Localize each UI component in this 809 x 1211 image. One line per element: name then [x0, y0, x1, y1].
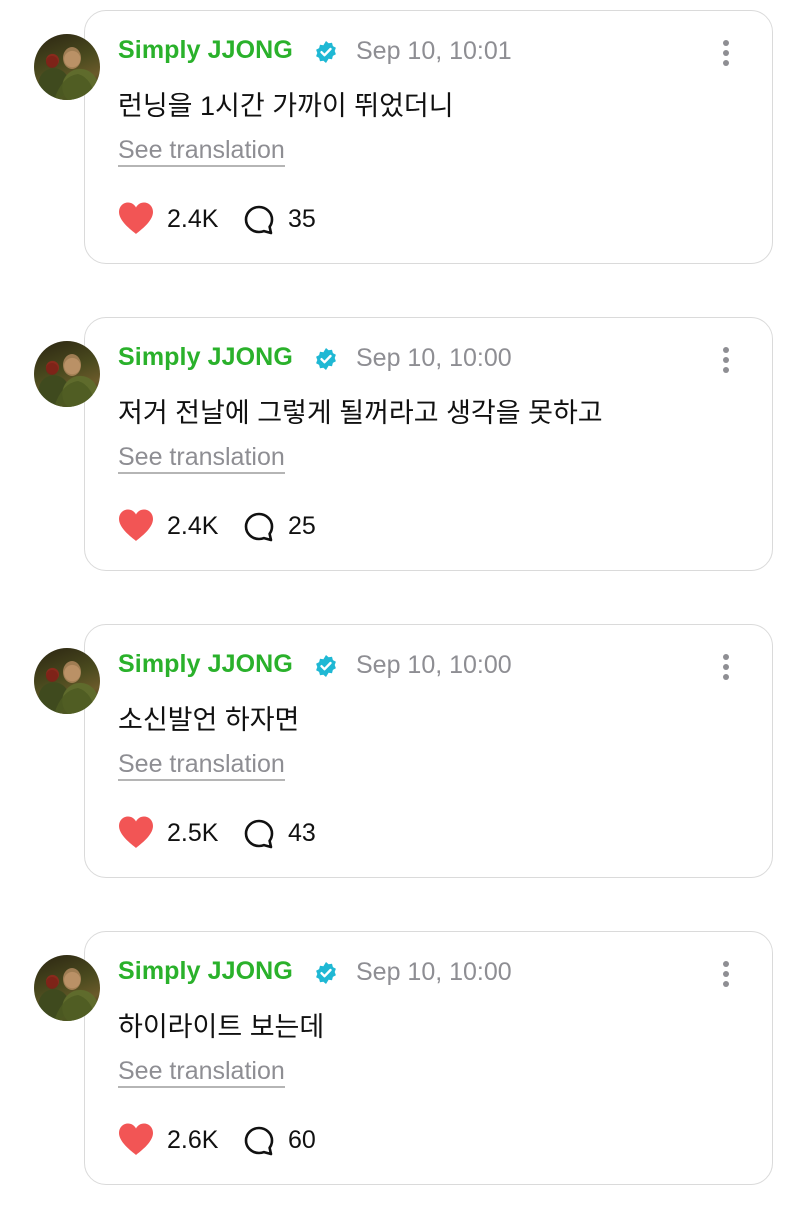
- see-translation-link[interactable]: See translation: [118, 136, 285, 167]
- comment-bubble-icon[interactable]: [243, 204, 275, 236]
- more-options-icon[interactable]: [712, 36, 740, 70]
- comment-bubble-icon[interactable]: [243, 511, 275, 543]
- verified-badge-icon: [316, 655, 336, 677]
- author-name[interactable]: Simply JJONG: [118, 36, 293, 65]
- author-name[interactable]: Simply JJONG: [118, 343, 293, 372]
- see-translation-link[interactable]: See translation: [118, 750, 285, 781]
- verified-badge-icon: [316, 348, 336, 370]
- see-translation-link[interactable]: See translation: [118, 1057, 285, 1088]
- avatar[interactable]: [34, 955, 100, 1021]
- post-item: Simply JJONG Sep 10, 10:00 하이라이트 보는데 See…: [0, 921, 809, 1211]
- post-text: 저거 전날에 그렇게 될꺼라고 생각을 못하고: [118, 398, 603, 428]
- heart-icon[interactable]: [117, 815, 155, 849]
- verified-badge-icon: [316, 41, 336, 63]
- comment-bubble-icon[interactable]: [243, 818, 275, 850]
- like-count: 2.5K: [167, 819, 219, 847]
- more-options-icon[interactable]: [712, 957, 740, 991]
- verified-badge-icon: [316, 962, 336, 984]
- author-name[interactable]: Simply JJONG: [118, 957, 293, 986]
- more-options-icon[interactable]: [712, 650, 740, 684]
- post-text: 런닝을 1시간 가까이 뛰었더니: [118, 91, 454, 121]
- post-timestamp: Sep 10, 10:01: [356, 37, 512, 65]
- like-count: 2.4K: [167, 512, 219, 540]
- comment-count: 35: [288, 205, 316, 233]
- author-name[interactable]: Simply JJONG: [118, 650, 293, 679]
- see-translation-link[interactable]: See translation: [118, 443, 285, 474]
- post-item: Simply JJONG Sep 10, 10:00 소신발언 하자면 See …: [0, 614, 809, 904]
- heart-icon[interactable]: [117, 508, 155, 542]
- more-options-icon[interactable]: [712, 343, 740, 377]
- comment-count: 25: [288, 512, 316, 540]
- post-item: Simply JJONG Sep 10, 10:01 런닝을 1시간 가까이 뛰…: [0, 0, 809, 290]
- post-text: 소신발언 하자면: [118, 705, 300, 735]
- heart-icon[interactable]: [117, 201, 155, 235]
- post-timestamp: Sep 10, 10:00: [356, 344, 512, 372]
- post-text: 하이라이트 보는데: [118, 1012, 325, 1042]
- comment-bubble-icon[interactable]: [243, 1125, 275, 1157]
- post-timestamp: Sep 10, 10:00: [356, 651, 512, 679]
- comment-count: 43: [288, 819, 316, 847]
- avatar[interactable]: [34, 34, 100, 100]
- avatar[interactable]: [34, 648, 100, 714]
- avatar[interactable]: [34, 341, 100, 407]
- post-item: Simply JJONG Sep 10, 10:00 저거 전날에 그렇게 될꺼…: [0, 307, 809, 597]
- comment-count: 60: [288, 1126, 316, 1154]
- post-timestamp: Sep 10, 10:00: [356, 958, 512, 986]
- like-count: 2.6K: [167, 1126, 219, 1154]
- heart-icon[interactable]: [117, 1122, 155, 1156]
- like-count: 2.4K: [167, 205, 219, 233]
